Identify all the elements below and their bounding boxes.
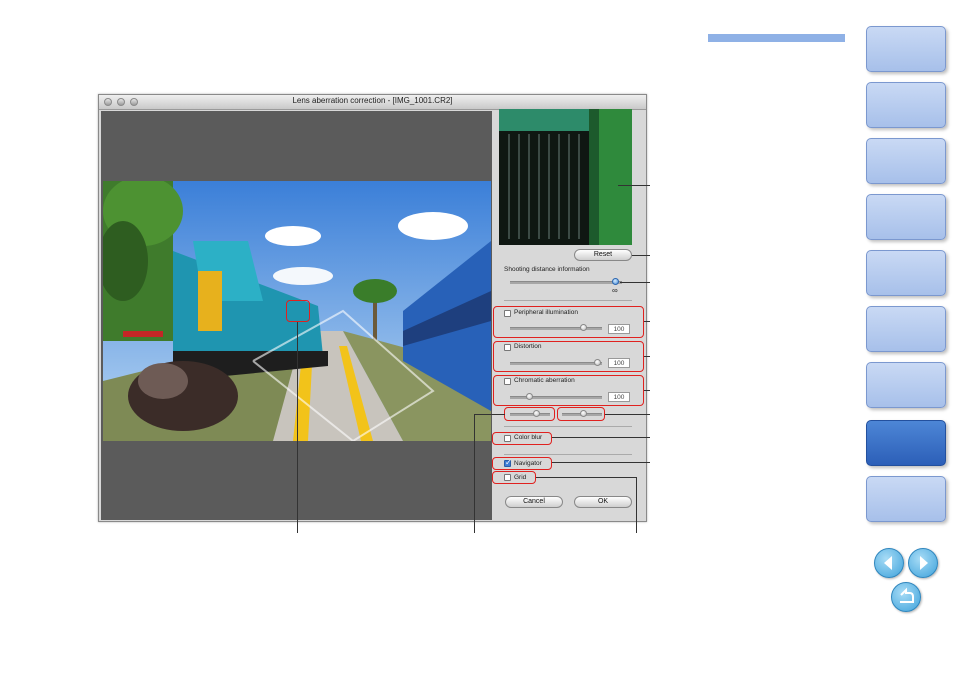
next-page-button[interactable] [908, 548, 938, 578]
return-icon [900, 587, 914, 603]
red-slider-callout [504, 407, 555, 421]
dialog-title: Lens aberration correction - [IMG_1001.C… [292, 96, 453, 105]
navigator-callout [492, 457, 552, 470]
leader-line [605, 414, 650, 415]
leader-line [474, 414, 475, 533]
divider [504, 454, 632, 455]
reset-button[interactable]: Reset [574, 249, 632, 261]
cancel-button[interactable]: Cancel [505, 496, 563, 508]
title-bar: Lens aberration correction - [IMG_1001.C… [99, 95, 646, 110]
nav-tab-3[interactable] [866, 138, 946, 184]
grid-callout [492, 471, 536, 484]
header-bar [708, 34, 845, 42]
leader-line [474, 414, 505, 415]
click-point-callout [286, 300, 310, 322]
divider [504, 300, 632, 301]
leader-line [536, 477, 636, 478]
arrow-left-icon [884, 556, 892, 570]
leader-line [644, 321, 650, 322]
nav-tab-4[interactable] [866, 194, 946, 240]
leader-line [618, 185, 650, 186]
ok-button[interactable]: OK [574, 496, 632, 508]
nav-tab-7[interactable] [866, 362, 946, 408]
nav-tab-5[interactable] [866, 250, 946, 296]
peripheral-callout [493, 306, 644, 338]
shooting-distance-label: Shooting distance information [504, 266, 590, 273]
leader-line [632, 255, 650, 256]
leader-line [636, 477, 637, 533]
shooting-distance-track [510, 281, 622, 284]
return-page-button[interactable] [891, 582, 921, 612]
nav-tab-9[interactable] [866, 476, 946, 522]
nav-tab-2[interactable] [866, 82, 946, 128]
leader-line [644, 356, 650, 357]
navigator-thumbnail[interactable] [499, 109, 632, 245]
leader-line [552, 437, 650, 438]
color-blur-callout [492, 432, 552, 445]
nav-tab-6[interactable] [866, 306, 946, 352]
divider [504, 426, 632, 427]
nav-tab-8-active[interactable] [866, 420, 946, 466]
leader-line [552, 462, 650, 463]
nav-tab-1[interactable] [866, 26, 946, 72]
blue-slider-callout [557, 407, 605, 421]
leader-line [297, 322, 298, 533]
infinity-label: ∞ [612, 286, 618, 295]
chromatic-callout [493, 375, 644, 406]
distortion-callout [493, 341, 644, 372]
shooting-distance-slider[interactable] [612, 278, 619, 285]
arrow-right-icon [920, 556, 928, 570]
leader-line [620, 282, 650, 283]
leader-line [644, 390, 650, 391]
prev-page-button[interactable] [874, 548, 904, 578]
